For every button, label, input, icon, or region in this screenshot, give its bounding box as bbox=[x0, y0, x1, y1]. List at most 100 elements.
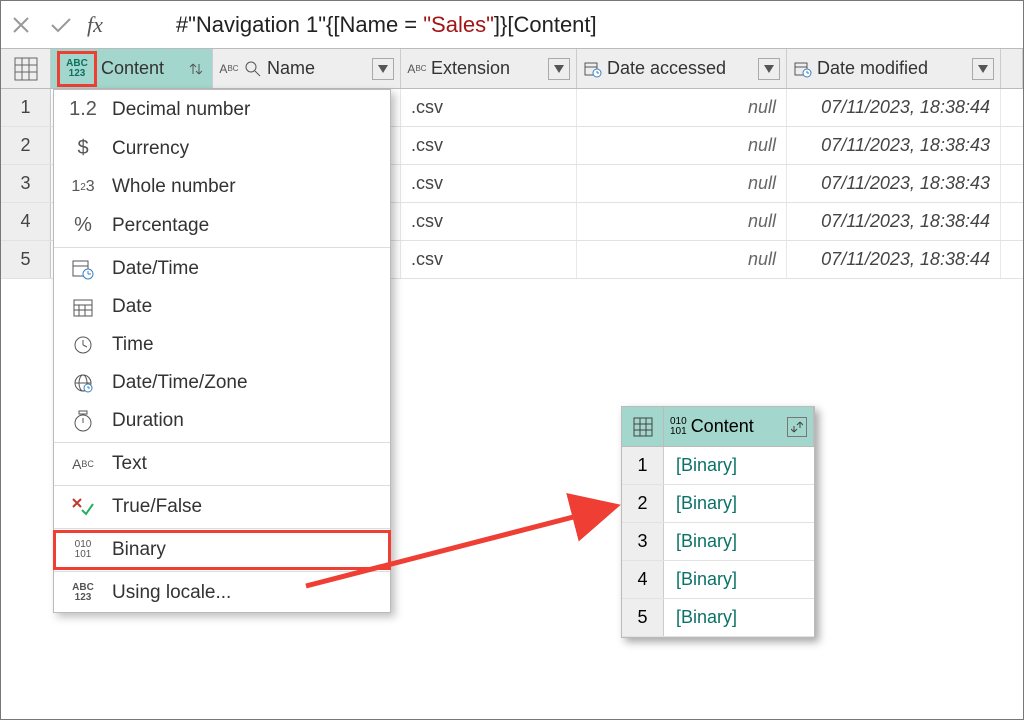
result-column-content[interactable]: 010 101 Content bbox=[664, 407, 814, 446]
menu-label: True/False bbox=[112, 496, 202, 518]
cell-extension: .csv bbox=[401, 203, 577, 240]
menu-text[interactable]: ABC Text bbox=[54, 445, 390, 483]
menu-percent[interactable]: % Percentage bbox=[54, 206, 390, 245]
percent-icon: % bbox=[68, 214, 98, 237]
truefalse-icon bbox=[68, 498, 98, 516]
datetime-type-icon bbox=[793, 59, 813, 79]
column-label: Content bbox=[691, 416, 754, 437]
cell-date-accessed: null bbox=[577, 127, 787, 164]
menu-locale[interactable]: ABC 123 Using locale... bbox=[54, 574, 390, 612]
column-header-row: ABC 123 Content ABC Name ABC Extension D… bbox=[1, 49, 1023, 89]
text-type-icon: ABC bbox=[407, 59, 427, 79]
search-icon bbox=[243, 59, 263, 79]
globe-icon bbox=[68, 373, 98, 393]
cell-extension: .csv bbox=[401, 165, 577, 202]
result-row[interactable]: 4[Binary] bbox=[622, 561, 814, 599]
menu-decimal[interactable]: 1.2 Decimal number bbox=[54, 90, 390, 129]
select-all-icon[interactable] bbox=[622, 407, 664, 446]
menu-label: Binary bbox=[112, 539, 166, 561]
cell-date-accessed: null bbox=[577, 165, 787, 202]
filter-icon[interactable] bbox=[972, 58, 994, 80]
binary-icon: 010 101 bbox=[68, 540, 98, 560]
formula-prefix: #"Navigation 1"{[Name = bbox=[176, 12, 423, 37]
menu-label: Date/Time bbox=[112, 258, 199, 280]
cell-binary[interactable]: [Binary] bbox=[664, 485, 814, 522]
menu-zone[interactable]: Date/Time/Zone bbox=[54, 364, 390, 402]
formula-suffix: ]}[Content] bbox=[494, 12, 597, 37]
row-number: 2 bbox=[1, 127, 51, 164]
cell-date-modified: 07/11/2023, 18:38:44 bbox=[787, 203, 1001, 240]
filter-icon[interactable] bbox=[548, 58, 570, 80]
expand-icon[interactable] bbox=[186, 59, 206, 79]
menu-label: Using locale... bbox=[112, 582, 231, 604]
column-header-date-modified[interactable]: Date modified bbox=[787, 49, 1001, 88]
any-type-icon: ABC 123 bbox=[66, 59, 88, 79]
filter-icon[interactable] bbox=[372, 58, 394, 80]
cancel-icon[interactable] bbox=[7, 11, 35, 39]
cell-binary[interactable]: [Binary] bbox=[664, 561, 814, 598]
expand-icon[interactable] bbox=[787, 417, 807, 437]
menu-label: Currency bbox=[112, 138, 189, 160]
row-number: 4 bbox=[622, 561, 664, 598]
result-row[interactable]: 5[Binary] bbox=[622, 599, 814, 637]
duration-icon bbox=[68, 410, 98, 432]
cell-binary[interactable]: [Binary] bbox=[664, 599, 814, 636]
column-header-extra[interactable] bbox=[1001, 49, 1023, 88]
date-icon bbox=[68, 297, 98, 317]
binary-type-icon: 010 101 bbox=[670, 417, 687, 437]
cell-date-accessed: null bbox=[577, 241, 787, 278]
column-header-name[interactable]: ABC Name bbox=[213, 49, 401, 88]
column-label: Extension bbox=[431, 58, 510, 79]
column-label: Content bbox=[101, 58, 164, 79]
row-number: 1 bbox=[1, 89, 51, 126]
datetime-type-icon bbox=[583, 59, 603, 79]
row-number: 1 bbox=[622, 447, 664, 484]
fx-icon[interactable]: fx bbox=[87, 12, 103, 38]
row-number: 5 bbox=[622, 599, 664, 636]
result-row[interactable]: 1[Binary] bbox=[622, 447, 814, 485]
column-label: Date modified bbox=[817, 58, 928, 79]
menu-label: Duration bbox=[112, 410, 184, 432]
menu-datetime[interactable]: Date/Time bbox=[54, 250, 390, 288]
cell-extension: .csv bbox=[401, 241, 577, 278]
row-number: 2 bbox=[622, 485, 664, 522]
decimal-icon: 1.2 bbox=[68, 98, 98, 121]
datetime-icon bbox=[68, 258, 98, 280]
filter-icon[interactable] bbox=[758, 58, 780, 80]
cell-date-accessed: null bbox=[577, 203, 787, 240]
menu-label: Time bbox=[112, 334, 154, 356]
column-header-extension[interactable]: ABC Extension bbox=[401, 49, 577, 88]
cell-date-modified: 07/11/2023, 18:38:44 bbox=[787, 89, 1001, 126]
cell-date-modified: 07/11/2023, 18:38:44 bbox=[787, 241, 1001, 278]
menu-binary[interactable]: 010 101 Binary bbox=[54, 531, 390, 569]
menu-truefalse[interactable]: True/False bbox=[54, 488, 390, 526]
menu-time[interactable]: Time bbox=[54, 326, 390, 364]
cell-binary[interactable]: [Binary] bbox=[664, 523, 814, 560]
type-menu: 1.2 Decimal number $ Currency 123 Whole … bbox=[53, 89, 391, 613]
column-label: Name bbox=[267, 58, 315, 79]
select-all-icon[interactable] bbox=[1, 49, 51, 88]
formula-string: "Sales" bbox=[423, 12, 494, 37]
type-picker-content[interactable]: ABC 123 bbox=[57, 51, 97, 87]
whole-icon: 123 bbox=[68, 178, 98, 196]
cell-date-accessed: null bbox=[577, 89, 787, 126]
cell-binary[interactable]: [Binary] bbox=[664, 447, 814, 484]
result-row[interactable]: 3[Binary] bbox=[622, 523, 814, 561]
currency-icon: $ bbox=[68, 137, 98, 160]
confirm-icon[interactable] bbox=[47, 11, 75, 39]
column-label: Date accessed bbox=[607, 58, 726, 79]
text-icon: ABC bbox=[68, 456, 98, 472]
menu-label: Date/Time/Zone bbox=[112, 372, 248, 394]
result-row[interactable]: 2[Binary] bbox=[622, 485, 814, 523]
row-number: 5 bbox=[1, 241, 51, 278]
menu-label: Text bbox=[112, 453, 147, 475]
menu-whole[interactable]: 123 Whole number bbox=[54, 168, 390, 206]
menu-currency[interactable]: $ Currency bbox=[54, 129, 390, 168]
menu-label: Percentage bbox=[112, 215, 209, 237]
column-header-content[interactable]: ABC 123 Content bbox=[51, 49, 213, 88]
menu-duration[interactable]: Duration bbox=[54, 402, 390, 440]
column-header-date-accessed[interactable]: Date accessed bbox=[577, 49, 787, 88]
cell-extension: .csv bbox=[401, 127, 577, 164]
menu-date[interactable]: Date bbox=[54, 288, 390, 326]
menu-label: Decimal number bbox=[112, 99, 250, 121]
